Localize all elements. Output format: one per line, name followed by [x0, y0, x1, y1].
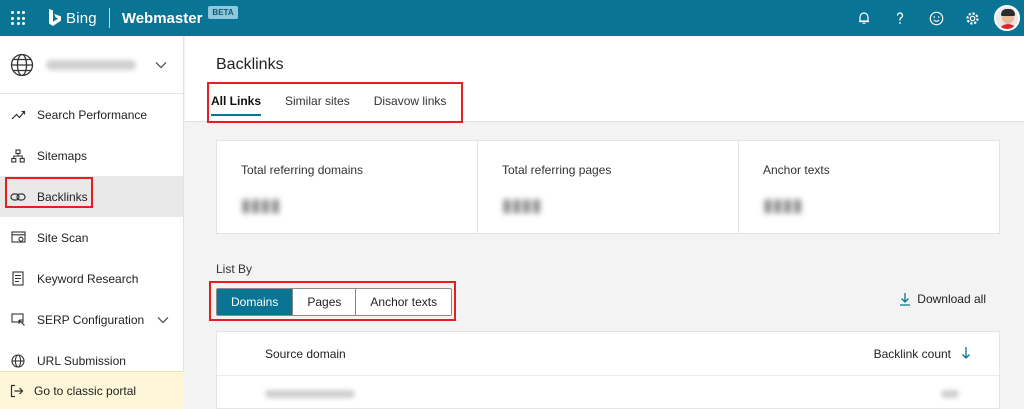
backlink-count-redacted: [941, 390, 959, 398]
smiley-icon: [929, 11, 943, 25]
highlight-backlinks: [5, 177, 93, 208]
beta-badge: BETA: [208, 5, 238, 19]
stat-label: Anchor texts: [763, 163, 830, 177]
sidebar-item-keyword-research[interactable]: Keyword Research: [0, 258, 183, 299]
stat-value-redacted: ▮▮▮▮: [241, 195, 281, 215]
chevron-down-icon[interactable]: [156, 313, 170, 327]
site-name-redacted: [46, 59, 136, 70]
source-domain-redacted: [265, 390, 355, 398]
backlinks-table: Source domain Backlink count: [216, 331, 1000, 409]
trend-icon: [10, 107, 26, 123]
main-content: Backlinks All Links Similar sites Disavo…: [185, 36, 1024, 409]
brand[interactable]: Bing Webmaster BETA: [48, 5, 238, 28]
stat-label: Total referring pages: [502, 163, 612, 177]
highlight-segments: [209, 281, 456, 321]
document-icon: [10, 271, 26, 287]
column-source-domain[interactable]: Source domain: [265, 347, 346, 361]
highlight-tabs: [207, 82, 463, 123]
sidebar-item-search-performance[interactable]: Search Performance: [0, 94, 183, 135]
stats-card: Total referring domains ▮▮▮▮ Total refer…: [216, 140, 1000, 234]
sidebar-item-label: Keyword Research: [37, 271, 139, 286]
exit-icon: [10, 384, 24, 397]
classic-portal-label: Go to classic portal: [34, 383, 137, 398]
sidebar-item-serp-configuration[interactable]: SERP Configuration: [0, 299, 183, 340]
app-launcher-button[interactable]: [0, 0, 36, 36]
serp-icon: [10, 312, 26, 328]
sidebar-item-site-scan[interactable]: Site Scan: [0, 217, 183, 258]
download-all-button[interactable]: Download all: [899, 292, 986, 306]
stat-anchor-texts: Anchor texts ▮▮▮▮: [739, 141, 999, 233]
chevron-down-icon[interactable]: [154, 58, 168, 72]
help-button[interactable]: [882, 0, 918, 36]
stat-referring-pages: Total referring pages ▮▮▮▮: [478, 141, 739, 233]
download-icon: [899, 292, 911, 306]
classic-portal-link[interactable]: Go to classic portal: [0, 371, 184, 409]
waffle-icon: [11, 11, 25, 25]
stat-referring-domains: Total referring domains ▮▮▮▮: [217, 141, 478, 233]
sort-descending-icon[interactable]: [961, 346, 971, 360]
sidebar-item-label: URL Submission: [37, 353, 126, 368]
globe-icon: [10, 353, 26, 369]
list-by-label: List By: [216, 262, 253, 276]
brand-bing: Bing: [66, 9, 97, 27]
notifications-button[interactable]: [846, 0, 882, 36]
feedback-button[interactable]: [918, 0, 954, 36]
page-title: Backlinks: [216, 56, 284, 73]
column-backlink-count[interactable]: Backlink count: [874, 347, 951, 361]
sidebar: Search Performance Sitemaps Backlinks Si…: [0, 36, 184, 409]
sidebar-item-label: Search Performance: [37, 107, 148, 122]
bing-logo-icon: [49, 9, 61, 26]
avatar[interactable]: [994, 5, 1020, 31]
site-picker[interactable]: [0, 36, 183, 94]
stat-value-redacted: ▮▮▮▮: [763, 195, 803, 215]
brand-product: Webmaster: [121, 9, 203, 27]
settings-button[interactable]: [954, 0, 990, 36]
gear-icon: [965, 11, 979, 25]
bell-icon: [859, 12, 869, 24]
sitemap-icon: [10, 148, 26, 164]
stat-label: Total referring domains: [241, 163, 364, 177]
scan-icon: [10, 230, 26, 246]
globe-icon: [10, 53, 34, 76]
table-row[interactable]: [217, 376, 999, 409]
question-icon: [896, 12, 904, 24]
download-all-label: Download all: [917, 292, 986, 306]
page-header: Backlinks All Links Similar sites Disavo…: [185, 36, 1024, 123]
sidebar-item-sitemaps[interactable]: Sitemaps: [0, 135, 183, 176]
table-header: Source domain Backlink count: [217, 332, 999, 376]
sidebar-item-label: Site Scan: [37, 230, 89, 245]
stat-value-redacted: ▮▮▮▮: [502, 195, 542, 215]
brand-separator: [108, 8, 110, 28]
sidebar-item-label: SERP Configuration: [37, 312, 145, 327]
sidebar-item-label: Sitemaps: [37, 148, 88, 163]
top-actions: [846, 0, 1024, 36]
top-bar: Bing Webmaster BETA: [0, 0, 1024, 36]
